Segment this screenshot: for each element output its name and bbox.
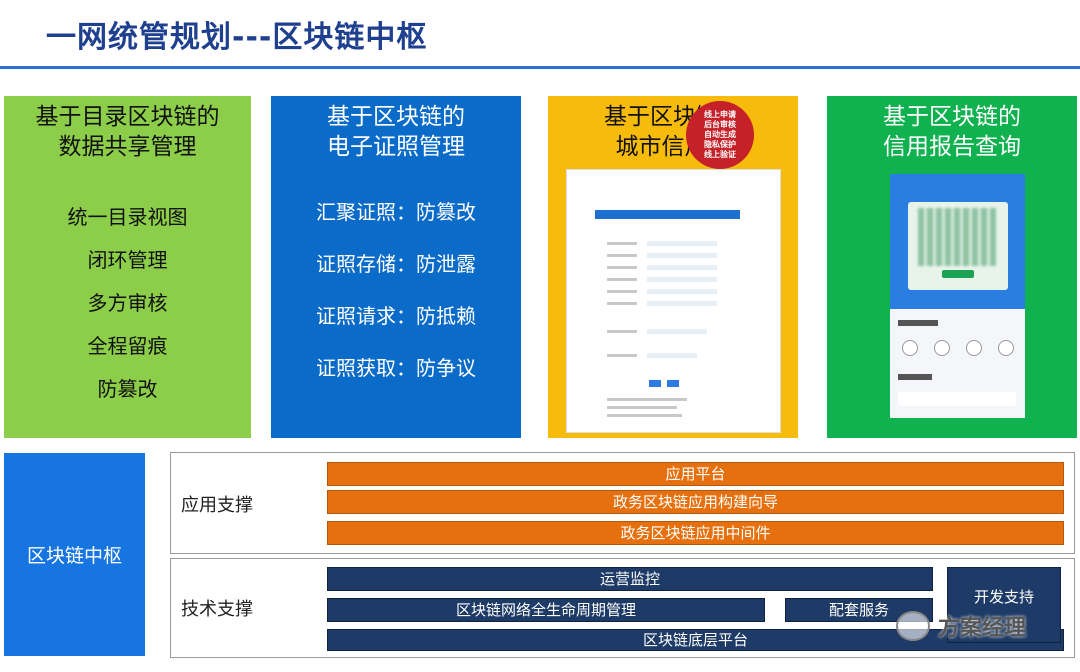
card-item-list: 统一目录视图 闭环管理 多方审核 全程留痕 防篡改	[4, 196, 251, 411]
blockchain-hub: 区块链中枢	[4, 453, 145, 656]
list-item: 统一目录视图	[67, 205, 188, 229]
card-e-license: 基于区块链的 电子证照管理 汇聚证照：防篡改 证照存储：防泄露 证照请求：防抵赖…	[271, 96, 521, 438]
app-support-group: 应用支撑 应用平台 政务区块链应用构建向导 政务区块链应用中间件	[170, 452, 1075, 554]
lifecycle-bar: 区块链网络全生命周期管理	[327, 598, 765, 622]
card-title: 基于区块链的 城市信用码	[604, 104, 742, 160]
card-title: 基于区块链的 信用报告查询	[883, 104, 1021, 160]
list-item: 闭环管理	[87, 248, 168, 272]
qr-code-card	[908, 202, 1008, 290]
card-credit-report: 基于区块链的 信用报告查询	[827, 96, 1077, 438]
app-support-label: 应用支撑	[181, 495, 253, 516]
card-data-sharing: 基于目录区块链的 数据共享管理 统一目录视图 闭环管理 多方审核 全程留痕 防篡…	[4, 96, 251, 438]
watermark-text: 方案经理	[938, 616, 1027, 641]
card-city-credit-code: 基于区块链的 城市信用码 线上申请 后台审核 自动生成 隐私保护 线上验证	[548, 96, 798, 438]
mobile-app-screenshot	[890, 174, 1025, 418]
tech-support-group: 技术支撑 运营监控 区块链网络全生命周期管理 配套服务 区块链底层平台 开发支持	[170, 558, 1075, 658]
process-seal-badge: 线上申请 后台审核 自动生成 隐私保护 线上验证	[689, 104, 751, 166]
application-form-screenshot	[566, 169, 781, 433]
app-builder-bar: 政务区块链应用构建向导	[327, 490, 1064, 514]
page-title: 一网统管规划---区块链中枢	[46, 20, 428, 55]
list-item: 多方审核	[87, 291, 168, 315]
app-platform-bar: 应用平台	[327, 462, 1064, 486]
ops-monitor-bar: 运营监控	[327, 567, 933, 591]
wechat-icon	[896, 611, 930, 641]
card-title: 基于目录区块链的 数据共享管理	[35, 104, 220, 160]
list-item: 证照请求：防抵赖	[316, 304, 476, 328]
title-divider	[0, 66, 1080, 69]
list-item: 证照存储：防泄露	[316, 252, 476, 276]
list-item: 防篡改	[97, 377, 158, 401]
tech-support-label: 技术支撑	[181, 599, 253, 620]
list-item: 证照获取：防争议	[316, 356, 476, 380]
watermark: 方案经理	[896, 610, 1026, 642]
list-item: 全程留痕	[87, 334, 168, 358]
app-middleware-bar: 政务区块链应用中间件	[327, 521, 1064, 545]
card-item-list: 汇聚证照：防篡改 证照存储：防泄露 证照请求：防抵赖 证照获取：防争议	[271, 186, 521, 394]
qr-code-icon	[918, 208, 996, 266]
list-item: 汇聚证照：防篡改	[316, 200, 476, 224]
card-title: 基于区块链的 电子证照管理	[327, 104, 465, 160]
